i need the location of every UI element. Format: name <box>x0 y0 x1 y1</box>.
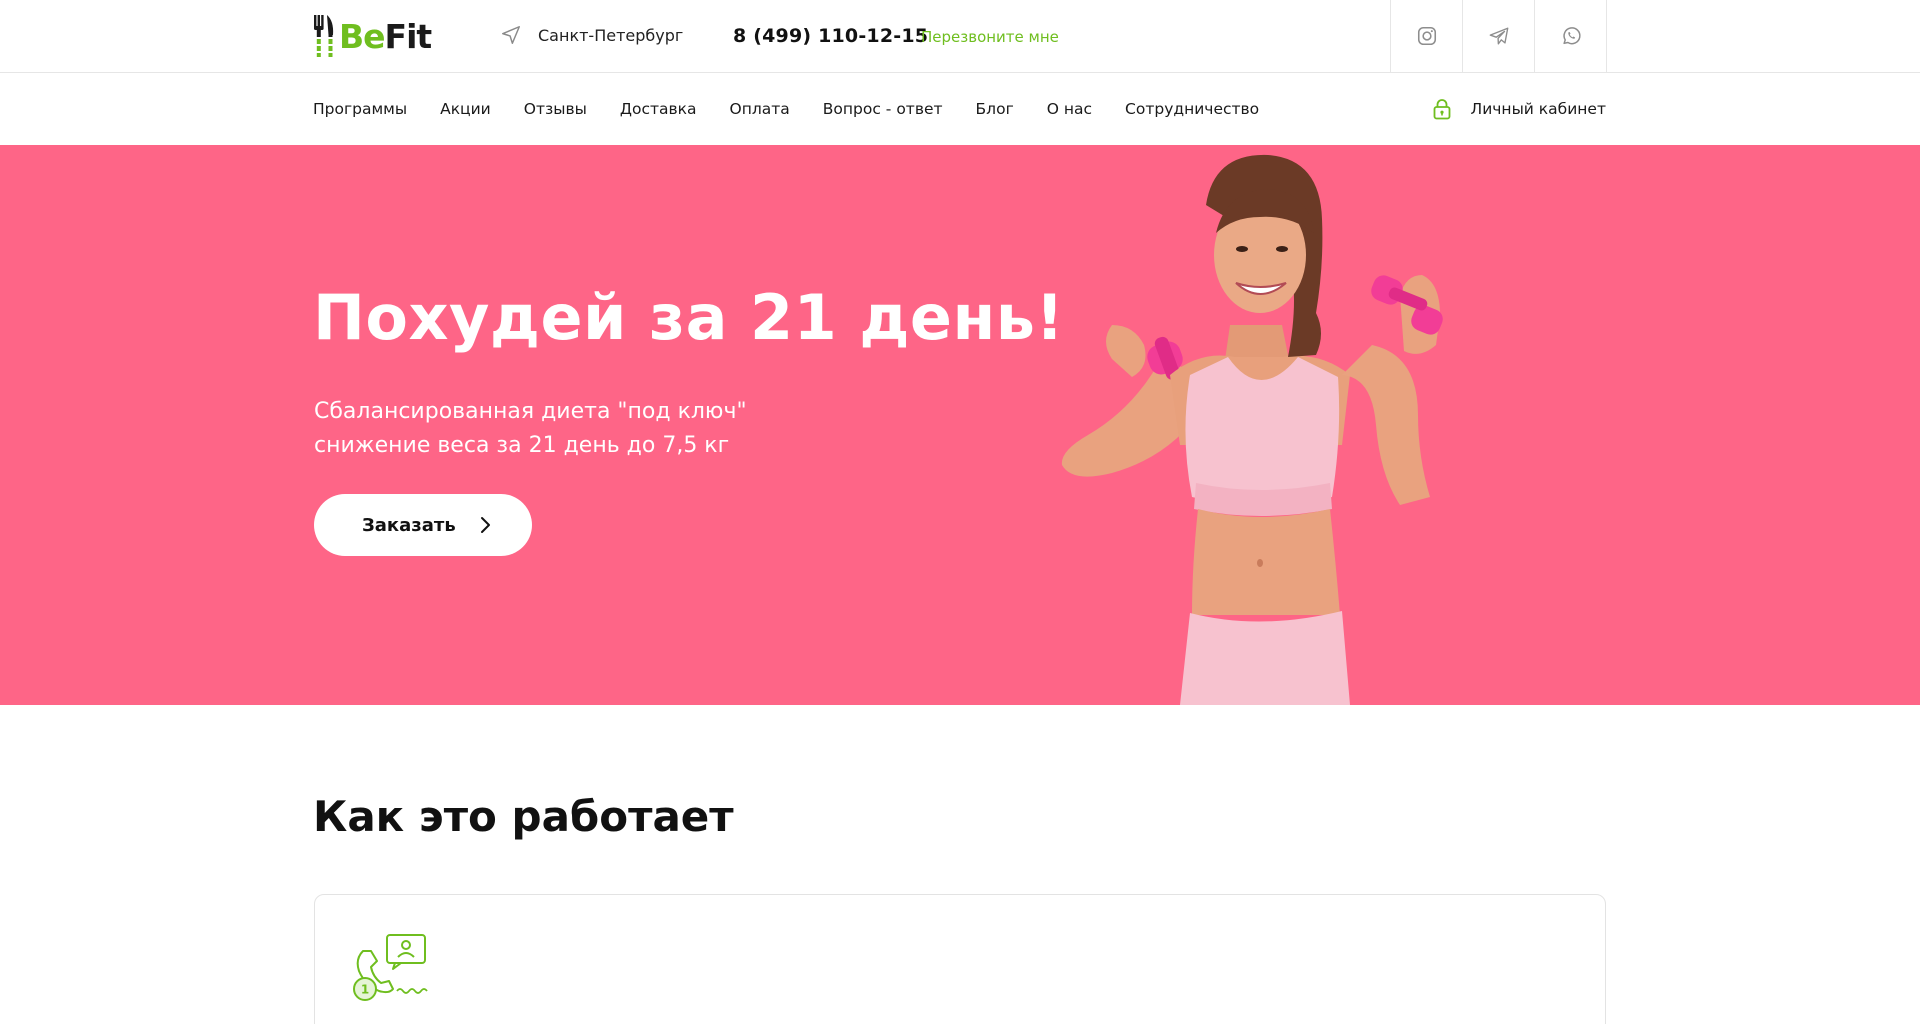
nav-item-faq[interactable]: Вопрос - ответ <box>823 100 943 118</box>
nav-item-payment[interactable]: Оплата <box>730 100 790 118</box>
hero-subtitle-line-2: снижение веса за 21 день до 7,5 кг <box>314 433 730 458</box>
hero-subtitle-line-1: Сбалансированная диета "под ключ" <box>314 399 747 424</box>
phone-number[interactable]: 8 (499) 110-12-15 <box>733 25 928 47</box>
account-link[interactable]: Личный кабинет <box>1432 73 1606 145</box>
fork-knife-icon <box>314 15 334 57</box>
logo-be: Be <box>339 16 386 56</box>
social-links <box>1390 0 1607 72</box>
instagram-button[interactable] <box>1391 0 1463 72</box>
how-it-works-title: Как это работает <box>313 792 734 841</box>
order-button-label: Заказать <box>362 514 456 536</box>
instagram-icon <box>1417 26 1436 46</box>
step-number: 1 <box>361 983 369 997</box>
nav-item-partnership[interactable]: Сотрудничество <box>1125 100 1259 118</box>
nav-item-blog[interactable]: Блог <box>976 100 1014 118</box>
order-button[interactable]: Заказать <box>314 494 532 556</box>
fitness-woman-image <box>1061 154 1443 705</box>
consultation-icon: 1 <box>353 934 428 1001</box>
hero-subtitle: Сбалансированная диета "под ключ" снижен… <box>314 395 747 463</box>
nav-item-reviews[interactable]: Отзывы <box>524 100 587 118</box>
logo-fit: Fit <box>384 16 433 56</box>
callback-link[interactable]: Перезвоните мне <box>921 28 1059 46</box>
nav-item-about[interactable]: О нас <box>1047 100 1092 118</box>
step-card: 1 <box>314 894 1606 1024</box>
top-bar: BeFit Санкт-Петербург 8 (499) 110-12-15 … <box>0 0 1920 73</box>
city-selector[interactable]: Санкт-Петербург <box>500 24 683 46</box>
nav-item-programs[interactable]: Программы <box>313 100 407 118</box>
nav-item-delivery[interactable]: Доставка <box>620 100 697 118</box>
telegram-button[interactable] <box>1463 0 1535 72</box>
logo[interactable]: BeFit <box>313 14 433 58</box>
lock-icon <box>1433 99 1450 120</box>
hero-banner: Похудей за 21 день! Сбалансированная дие… <box>0 145 1920 705</box>
city-label: Санкт-Петербург <box>538 25 684 45</box>
telegram-icon <box>1489 27 1508 45</box>
navigation-arrow-icon <box>502 26 520 44</box>
main-navigation: Программы Акции Отзывы Доставка Оплата В… <box>0 73 1920 145</box>
chevron-right-icon <box>480 517 490 533</box>
whatsapp-button[interactable] <box>1535 0 1607 72</box>
hero-title: Похудей за 21 день! <box>313 281 1065 354</box>
account-label: Личный кабинет <box>1470 100 1606 118</box>
nav-item-promotions[interactable]: Акции <box>440 100 491 118</box>
whatsapp-icon <box>1562 27 1581 45</box>
